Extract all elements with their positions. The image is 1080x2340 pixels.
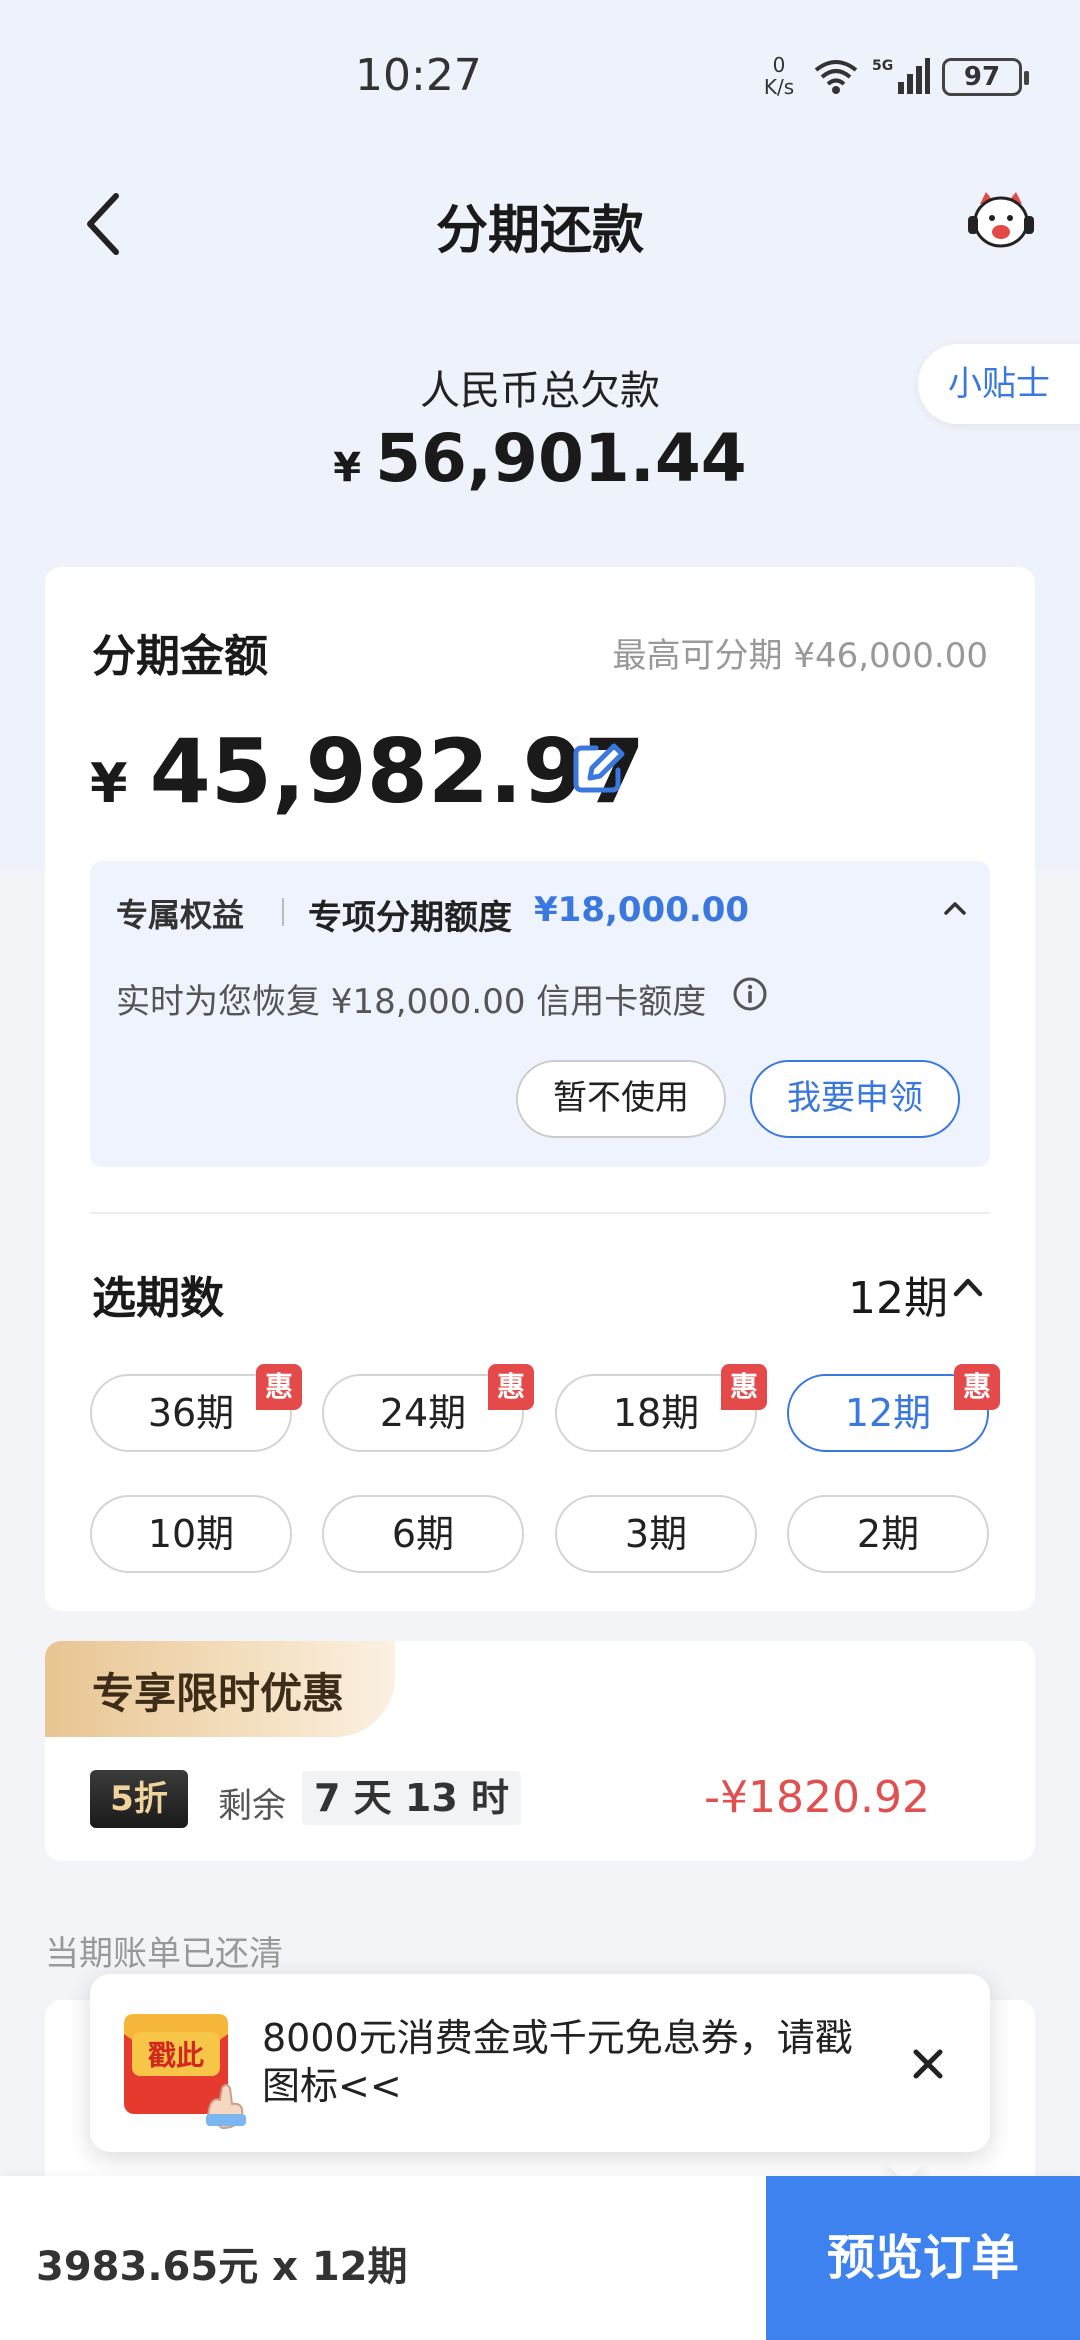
installment-amount-title: 分期金额 (92, 631, 268, 682)
remain-label: 剩余 (218, 1786, 286, 1826)
bill-status: 当期账单已还清 (45, 1934, 283, 1974)
period-option-3[interactable]: 3期 (555, 1495, 757, 1573)
edit-icon[interactable] (570, 740, 626, 796)
network-type: 5G (872, 58, 893, 74)
currency-symbol: ¥ (333, 445, 362, 491)
preview-order-button[interactable]: 预览订单 (766, 2176, 1080, 2340)
status-time: 10:27 (355, 50, 482, 101)
period-option-2[interactable]: 2期 (787, 1495, 989, 1573)
currency-symbol: ¥ (90, 752, 128, 815)
discount-badge: 惠 (954, 1364, 1000, 1410)
benefit-description: 实时为您恢复 ¥18,000.00 信用卡额度 (116, 982, 707, 1022)
chevron-up-icon[interactable] (940, 896, 970, 920)
decline-button[interactable]: 暂不使用 (516, 1060, 726, 1138)
benefit-tag: 专属权益 (116, 896, 245, 934)
wifi-icon (814, 60, 858, 94)
discount-badge: 惠 (256, 1364, 302, 1410)
apply-button[interactable]: 我要申领 (750, 1060, 960, 1138)
close-icon[interactable] (908, 2044, 948, 2084)
period-option-6[interactable]: 6期 (322, 1495, 524, 1573)
discount-badge: 惠 (721, 1364, 767, 1410)
chevron-up-icon[interactable] (950, 1272, 986, 1302)
period-option-10[interactable]: 10期 (90, 1495, 292, 1573)
period-title: 选期数 (92, 1273, 224, 1324)
net-speed: 0 K/s (758, 54, 800, 98)
net-speed-unit: K/s (763, 75, 795, 99)
net-speed-value: 0 (772, 53, 786, 77)
max-installment-label: 最高可分期 ¥46,000.00 (612, 636, 988, 676)
info-icon[interactable] (732, 976, 768, 1012)
total-debt-value: 56,901.44 (375, 420, 747, 497)
installment-amount: ¥45,982.97 (90, 720, 645, 823)
benefit-amount: ¥18,000.00 (534, 890, 750, 930)
battery-indicator: 97 (942, 58, 1029, 96)
page-title: 分期还款 (435, 201, 644, 261)
benefit-name: 专项分期额度 (308, 898, 512, 938)
payment-summary: 3983.65元 x 12期 (36, 2244, 408, 2290)
red-envelope-icon[interactable]: 戳此 (118, 2004, 250, 2130)
tips-button[interactable]: 小贴士 (918, 344, 1080, 424)
mascot-icon[interactable] (966, 190, 1036, 254)
red-envelope-label: 戳此 (148, 2039, 204, 2072)
total-debt-amount: ¥56,901.44 (0, 420, 1080, 497)
promo-title: 专享限时优惠 (92, 1669, 345, 1718)
signal-icon: 5G (872, 58, 930, 94)
saving-amount: -¥1820.92 (704, 1772, 930, 1823)
period-selected-value[interactable]: 12期 (848, 1262, 948, 1326)
divider (90, 1212, 990, 1214)
discount-badge: 惠 (488, 1364, 534, 1410)
remain-time: 7 天 13 时 (302, 1771, 522, 1825)
discount-rate-badge: 5折 (90, 1770, 188, 1828)
benefit-separator (282, 898, 284, 926)
popup-message: 8000元消费金或千元免息券，请戳图标<< (262, 2016, 853, 2108)
